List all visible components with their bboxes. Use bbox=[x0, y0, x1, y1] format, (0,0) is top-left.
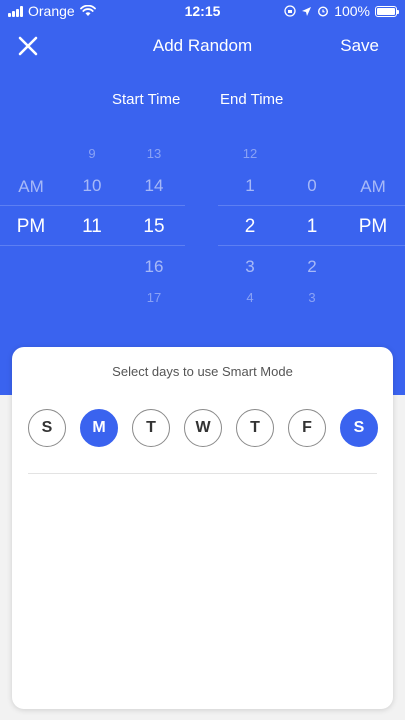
picker-value: AM bbox=[360, 177, 386, 196]
picker-value: 2 bbox=[307, 257, 317, 276]
picker-value: 13 bbox=[146, 146, 162, 161]
picker-value: 3 bbox=[245, 257, 255, 276]
picker-value: 17 bbox=[146, 290, 162, 305]
end-hour-picker[interactable]: 12 1 2 3 4 bbox=[225, 130, 275, 310]
picker-selected-value: PM bbox=[358, 216, 388, 237]
nav-bar: Add Random Save bbox=[0, 28, 405, 64]
picker-value: 3 bbox=[308, 290, 316, 305]
picker-selected-value: PM bbox=[16, 216, 46, 237]
day-toggle-thursday[interactable]: T bbox=[236, 409, 274, 447]
status-bar: Orange 12:15 100% bbox=[0, 0, 405, 24]
day-toggle-saturday[interactable]: S bbox=[340, 409, 378, 447]
smart-mode-card: Select days to use Smart Mode S M T W T … bbox=[12, 347, 393, 709]
picker-selected-value: 11 bbox=[82, 216, 102, 237]
save-button[interactable]: Save bbox=[340, 36, 379, 56]
start-hour-picker[interactable]: 9 10 11 bbox=[67, 130, 117, 310]
card-divider bbox=[28, 473, 377, 474]
day-toggle-tuesday[interactable]: T bbox=[132, 409, 170, 447]
day-selector: S M T W T F S bbox=[28, 409, 378, 447]
orientation-lock-icon bbox=[284, 5, 296, 17]
picker-value: 14 bbox=[144, 176, 164, 195]
picker-value: 0 bbox=[307, 176, 317, 195]
battery-percent: 100% bbox=[334, 3, 370, 19]
day-toggle-monday[interactable]: M bbox=[80, 409, 118, 447]
battery-icon bbox=[375, 5, 399, 17]
day-toggle-friday[interactable]: F bbox=[288, 409, 326, 447]
picker-selected-value: 1 bbox=[306, 216, 318, 237]
picker-value: AM bbox=[18, 177, 44, 196]
end-time-label: End Time bbox=[220, 91, 284, 108]
picker-value: 16 bbox=[144, 257, 164, 276]
smart-mode-title: Select days to use Smart Mode bbox=[112, 364, 293, 379]
picker-value: 1 bbox=[245, 176, 255, 195]
start-minute-picker[interactable]: 13 14 15 16 17 bbox=[129, 130, 179, 310]
location-icon bbox=[302, 6, 312, 16]
alarm-icon bbox=[318, 6, 329, 17]
end-ampm-picker[interactable]: AM PM bbox=[348, 130, 398, 310]
start-time-label: Start Time bbox=[112, 91, 181, 108]
status-right: 100% bbox=[284, 3, 399, 19]
picker-selected-value: 15 bbox=[143, 216, 165, 237]
picker-selected-value: 2 bbox=[244, 216, 256, 237]
end-minute-picker[interactable]: 0 1 2 3 bbox=[287, 130, 337, 310]
picker-value: 10 bbox=[82, 176, 102, 195]
day-toggle-wednesday[interactable]: W bbox=[184, 409, 222, 447]
start-ampm-picker[interactable]: AM PM bbox=[6, 130, 56, 310]
picker-value: 9 bbox=[88, 146, 96, 161]
day-toggle-sunday[interactable]: S bbox=[28, 409, 66, 447]
picker-value: 4 bbox=[246, 290, 254, 305]
picker-value: 12 bbox=[242, 146, 258, 161]
